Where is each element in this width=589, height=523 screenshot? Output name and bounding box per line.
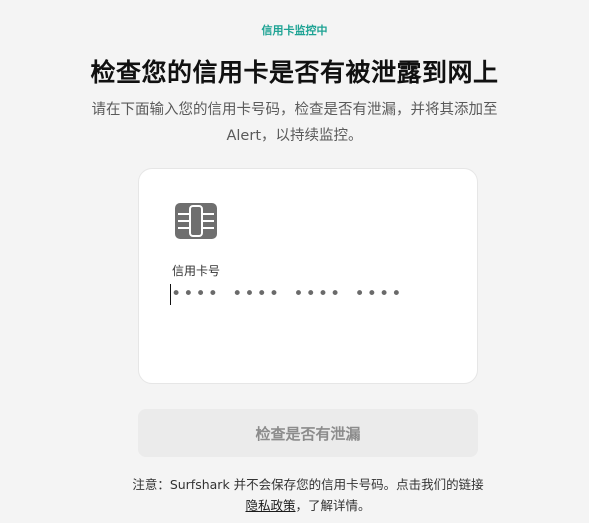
page-subtitle: 请在下面输入您的信用卡号码，检查是否有泄漏，并将其添加至Alert，以持续监控。 <box>91 102 498 144</box>
check-leak-button[interactable]: 检查是否有泄漏 <box>138 409 478 457</box>
page-title: 检查您的信用卡是否有被泄露到网上 <box>90 58 499 87</box>
privacy-note: 注意：Surfshark 并不会保存您的信用卡号码。点击我们的链接隐私政策，了解… <box>128 474 488 516</box>
card-chip-icon <box>175 203 217 239</box>
credit-card-panel: 信用卡号 <box>138 168 478 384</box>
privacy-note-suffix: ，了解详情。 <box>295 498 371 513</box>
privacy-note-prefix: 注意：Surfshark 并不会保存您的信用卡号码。点击我们的链接 <box>132 477 484 492</box>
text-caret <box>170 284 171 305</box>
card-number-label: 信用卡号 <box>172 264 221 278</box>
eyebrow-label: 信用卡监控中 <box>261 24 328 37</box>
privacy-policy-link[interactable]: 隐私政策 <box>245 498 295 513</box>
card-number-input[interactable] <box>169 281 459 307</box>
